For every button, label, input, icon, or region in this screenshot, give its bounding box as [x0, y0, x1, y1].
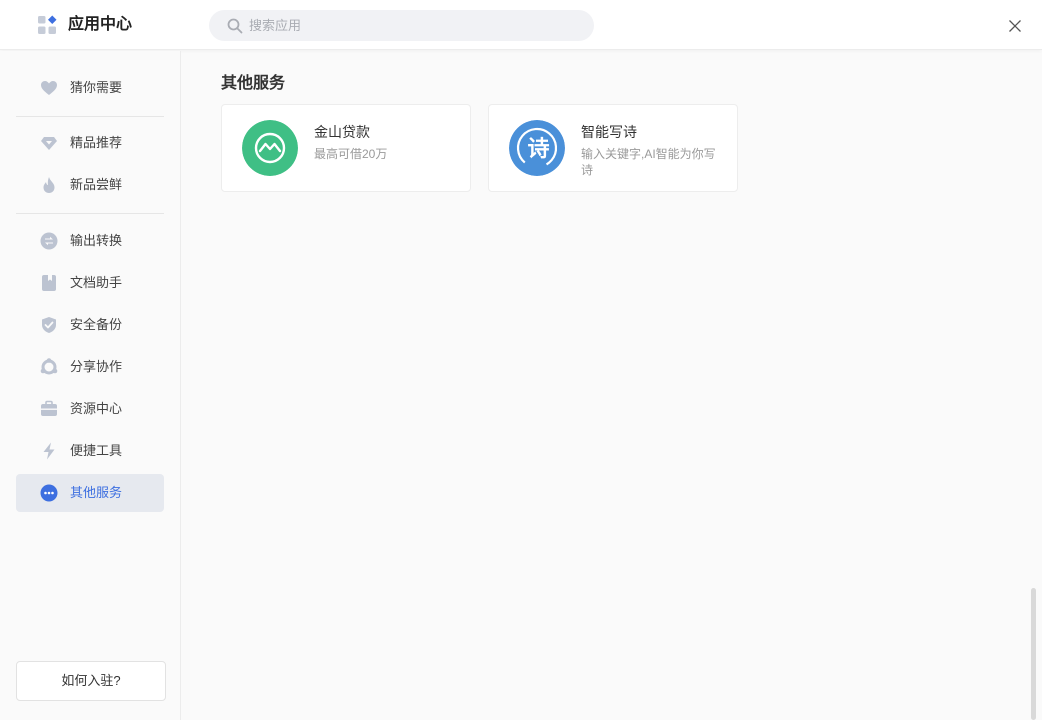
share-ring-icon	[40, 358, 58, 375]
sidebar-item-new-arrivals[interactable]: 新品尝鲜	[16, 166, 164, 204]
how-to-join-button[interactable]: 如何入驻?	[16, 661, 166, 701]
app-card-desc: 最高可借20万	[314, 147, 388, 161]
sidebar-item-label: 新品尝鲜	[70, 177, 123, 192]
divider	[16, 116, 164, 117]
sidebar-item-resource-center[interactable]: 资源中心	[16, 390, 164, 428]
app-card-name: 金山贷款	[314, 124, 370, 140]
sidebar-item-other-services[interactable]: 其他服务	[16, 474, 164, 512]
sidebar-item-label: 输出转换	[70, 233, 123, 248]
shield-check-icon	[42, 317, 56, 333]
apps-grid-icon	[38, 15, 57, 34]
sidebar-item-label: 猜你需要	[70, 80, 123, 95]
sidebar-item-doc-assistant[interactable]: 文档助手	[16, 264, 164, 302]
sidebar-item-label: 安全备份	[70, 317, 123, 332]
header: 应用中心	[0, 0, 1042, 50]
sidebar-item-output-convert[interactable]: 输出转换	[16, 222, 164, 260]
app-card-poem[interactable]: 诗 智能写诗 输入关键字,AI智能为你写诗	[488, 104, 738, 192]
app-card-loan[interactable]: 金山贷款 最高可借20万	[221, 104, 471, 192]
search-box[interactable]	[209, 10, 594, 41]
search-icon	[227, 18, 243, 34]
heart-icon	[41, 81, 57, 95]
flame-icon	[43, 177, 55, 193]
sidebar-item-label: 资源中心	[70, 401, 123, 416]
divider	[16, 213, 164, 214]
svg-text:诗: 诗	[527, 137, 549, 162]
close-icon[interactable]	[1005, 16, 1025, 36]
section-title: 其他服务	[221, 75, 286, 92]
sidebar-item-guess-you-need[interactable]: 猜你需要	[16, 69, 164, 107]
sidebar-item-label: 其他服务	[70, 485, 123, 500]
book-icon	[42, 275, 56, 291]
sidebar: 猜你需要 精品推荐 新品尝鲜 输出转换 文档助手 安全备份 分享协作 资源中心 …	[0, 51, 181, 720]
app-card-desc: 输入关键字,AI智能为你写诗	[581, 147, 716, 177]
sidebar-item-secure-backup[interactable]: 安全备份	[16, 306, 164, 344]
main-content: 其他服务 金山贷款 最高可借20万 诗 智能写诗 输入关键字,AI智能为你写诗	[181, 51, 1042, 720]
diamond-icon	[41, 137, 57, 150]
sidebar-item-label: 便捷工具	[70, 443, 123, 458]
search-input[interactable]	[249, 10, 579, 41]
poem-icon: 诗	[509, 120, 565, 176]
loan-icon	[242, 120, 298, 176]
lightning-icon	[43, 442, 55, 460]
more-dots-icon	[40, 484, 58, 502]
scrollbar[interactable]	[1031, 588, 1036, 720]
sidebar-item-label: 文档助手	[70, 275, 123, 290]
app-card-name: 智能写诗	[581, 124, 637, 140]
sidebar-item-label: 分享协作	[70, 359, 123, 374]
sidebar-item-quick-tools[interactable]: 便捷工具	[16, 432, 164, 470]
convert-icon	[40, 232, 58, 250]
sidebar-item-featured[interactable]: 精品推荐	[16, 124, 164, 162]
briefcase-icon	[41, 400, 57, 416]
sidebar-item-label: 精品推荐	[70, 135, 123, 150]
app-title: 应用中心	[68, 16, 133, 33]
sidebar-item-share-collab[interactable]: 分享协作	[16, 348, 164, 386]
